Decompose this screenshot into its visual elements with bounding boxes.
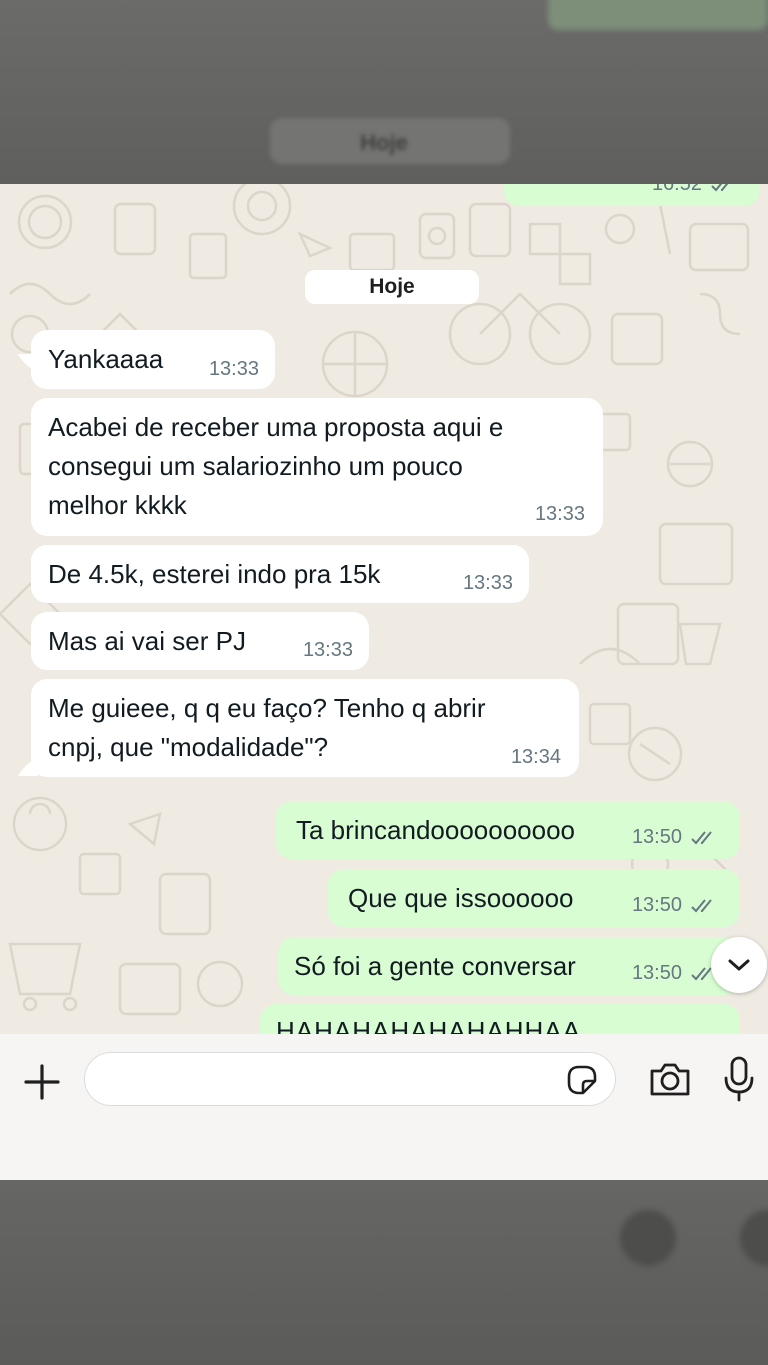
message-bubble-incoming[interactable]: Yankaaaa 13:33 — [31, 330, 275, 389]
message-text: Ta brincandoooooooooo — [296, 815, 576, 845]
chat-screen: 16:52 Hoje Yankaaaa 13:33 Acabei de rece… — [0, 184, 768, 1180]
blurred-bubble — [548, 0, 768, 30]
blurred-background-top: Hoje — [0, 0, 768, 184]
message-bubble-incoming[interactable]: Acabei de receber uma proposta aqui e co… — [31, 398, 603, 536]
message-input[interactable] — [101, 1061, 545, 1099]
sticker-icon[interactable] — [565, 1063, 599, 1097]
double-check-icon — [711, 184, 729, 192]
composer-bar — [0, 1034, 768, 1180]
double-check-icon — [691, 899, 712, 913]
message-time: 13:33 — [208, 358, 259, 380]
message-bubble-outgoing[interactable]: HAHAHAHAHAHAHHAA — [260, 1004, 740, 1034]
date-separator: Hoje — [305, 270, 479, 304]
message-bubble-incoming[interactable]: De 4.5k, esterei indo pra 15k 13:33 — [31, 545, 529, 603]
message-time: 16:52 — [651, 184, 702, 195]
message-text: De 4.5k, esterei indo pra 15k — [48, 559, 381, 589]
message-text: Yankaaaa — [48, 344, 164, 374]
message-bubble-outgoing-previous[interactable]: 16:52 — [504, 184, 760, 206]
blurred-date-label: Hoje — [360, 130, 408, 155]
message-time: 13:33 — [302, 639, 353, 661]
blurred-icon — [740, 1210, 768, 1266]
plus-icon[interactable] — [22, 1062, 62, 1102]
message-time: 13:34 — [510, 746, 561, 768]
message-time: 13:33 — [534, 503, 585, 525]
message-list[interactable]: 16:52 Hoje Yankaaaa 13:33 Acabei de rece… — [0, 184, 768, 1034]
message-time: 13:50 — [631, 962, 682, 984]
message-text: Mas ai vai ser PJ — [48, 626, 246, 656]
scroll-to-bottom-button[interactable] — [711, 937, 767, 993]
blurred-background-bottom — [0, 1180, 768, 1365]
message-bubble-outgoing[interactable]: Que que issoooooo 13:50 — [328, 869, 740, 927]
camera-icon[interactable] — [648, 1059, 692, 1099]
blurred-icon — [620, 1210, 676, 1266]
double-check-icon — [691, 831, 712, 845]
chevron-down-icon — [728, 959, 750, 971]
message-input-field[interactable] — [84, 1052, 616, 1106]
message-bubble-incoming[interactable]: Me guieee, q q eu faço? Tenho q abrir cn… — [31, 679, 579, 777]
message-bubble-outgoing[interactable]: Ta brincandoooooooooo 13:50 — [276, 801, 740, 859]
message-text: Que que issoooooo — [348, 883, 574, 913]
message-bubble-outgoing[interactable]: Só foi a gente conversar 13:50 — [278, 937, 740, 995]
message-text: Só foi a gente conversar — [294, 951, 576, 981]
microphone-icon[interactable] — [723, 1056, 755, 1102]
message-text: Me guieee, q q eu faço? Tenho q abrir cn… — [48, 693, 486, 762]
message-time: 13:50 — [631, 826, 682, 848]
message-text: Acabei de receber uma proposta aqui e co… — [48, 412, 504, 520]
message-time: 13:33 — [462, 572, 513, 594]
message-text: HAHAHAHAHAHAHHAA — [276, 1016, 581, 1034]
message-bubble-incoming[interactable]: Mas ai vai ser PJ 13:33 — [31, 612, 369, 670]
message-time: 13:50 — [631, 894, 682, 916]
